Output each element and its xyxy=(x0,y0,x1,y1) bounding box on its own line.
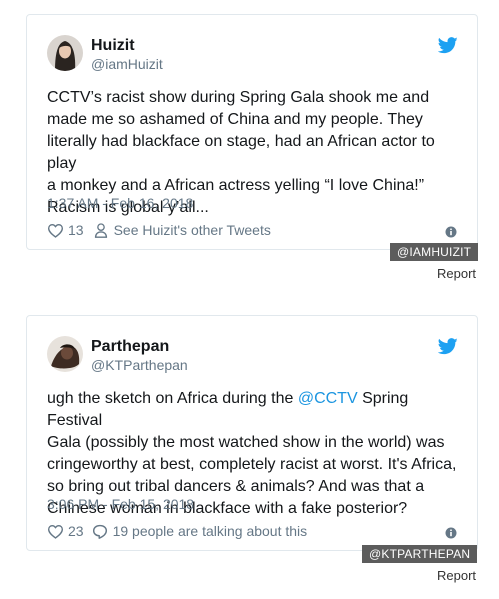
avatar[interactable] xyxy=(47,336,83,372)
tweet-text-line: a monkey and a African actress yelling “… xyxy=(47,177,425,194)
speech-bubble-icon xyxy=(92,524,107,539)
like-button[interactable]: 23 xyxy=(47,523,84,539)
other-tweets-link[interactable]: See Huizit's other Tweets xyxy=(94,222,271,238)
tweet-text-segment: ugh the sketch on Africa during the xyxy=(47,390,298,407)
tweet-text-line: literally had blackface on stage, had an… xyxy=(47,133,435,172)
tweet-text-line: Gala (possibly the most watched show in … xyxy=(47,434,445,451)
tweet-card[interactable]: Parthepan @KTParthepan ugh the sketch on… xyxy=(26,315,478,551)
mention-link[interactable]: @CCTV xyxy=(298,390,358,407)
credit-tag: @KTPARTHEPAN xyxy=(362,545,478,563)
report-link[interactable]: Report xyxy=(437,568,476,583)
like-button[interactable]: 13 xyxy=(47,222,84,238)
tweet-card[interactable]: Huizit @iamHuizit CCTV’s racist show dur… xyxy=(26,14,478,250)
like-count: 13 xyxy=(68,222,84,238)
tweet-timestamp[interactable]: 3:06 PM - Feb 15, 2018 xyxy=(47,496,194,512)
tweet-actions: 13 See Huizit's other Tweets xyxy=(47,222,271,238)
info-icon[interactable] xyxy=(445,226,457,238)
tweet-text-line: made me so ashamed of China and my peopl… xyxy=(47,111,423,128)
twitter-bird-icon[interactable] xyxy=(438,37,458,54)
like-count: 23 xyxy=(68,523,84,539)
author-name[interactable]: Huizit xyxy=(91,37,135,55)
author-handle[interactable]: @iamHuizit xyxy=(91,56,163,72)
twitter-bird-icon[interactable] xyxy=(438,338,458,355)
avatar[interactable] xyxy=(47,35,83,71)
conversation-label: 19 people are talking about this xyxy=(112,523,308,539)
heart-icon xyxy=(47,223,64,238)
tweet-timestamp[interactable]: 1:37 AM - Feb 16, 2018 xyxy=(47,195,193,211)
conversation-link[interactable]: 19 people are talking about this xyxy=(92,523,308,539)
other-tweets-label: See Huizit's other Tweets xyxy=(113,222,271,238)
tweet-text-line: ugh the sketch on Africa during the @CCT… xyxy=(47,388,467,432)
author-name[interactable]: Parthepan xyxy=(91,338,169,356)
author-handle[interactable]: @KTParthepan xyxy=(91,357,188,373)
report-link[interactable]: Report xyxy=(437,266,476,281)
tweet-text-line: cringeworthy at best, completely racist … xyxy=(47,456,457,473)
tweet-text-line: CCTV’s racist show during Spring Gala sh… xyxy=(47,89,430,106)
person-icon xyxy=(94,222,107,238)
tweet-actions: 23 19 people are talking about this xyxy=(47,523,307,539)
credit-tag: @IAMHUIZIT xyxy=(390,243,479,261)
tweet-text-line: so bring out tribal dancers & animals? A… xyxy=(47,478,425,495)
info-icon[interactable] xyxy=(445,527,457,539)
heart-icon xyxy=(47,524,64,539)
